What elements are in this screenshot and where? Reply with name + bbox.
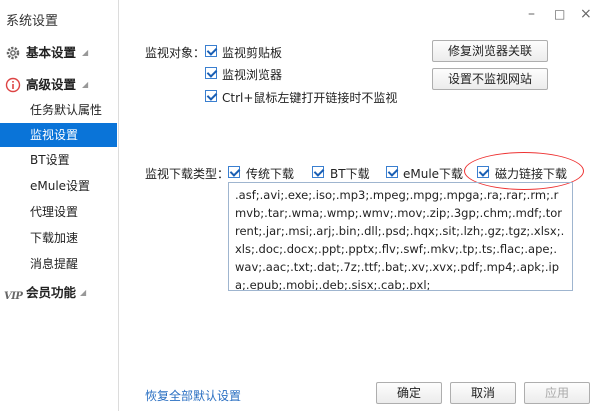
sidebar-section-basic[interactable]: 基本设置 ◢ [0, 41, 118, 65]
info-icon [5, 77, 21, 93]
window-controls: – □ × [528, 4, 598, 24]
monitor-browser-label: 监视浏览器 [222, 68, 283, 82]
sidebar: 系统设置 基本设置 ◢ 高级设置 ◢ 任务默认属性 监视设置 BT设置 eMul… [0, 0, 119, 411]
sidebar-item-task-defaults[interactable]: 任务默认属性 [0, 98, 117, 122]
expand-triangle-icon: ◢ [82, 48, 89, 57]
exclude-sites-button[interactable]: 设置不监视网站 [432, 68, 548, 90]
extensions-textarea[interactable]: .asf;.avi;.exe;.iso;.mp3;.mpeg;.mpg;.mpg… [228, 182, 573, 291]
sidebar-item-notifications[interactable]: 消息提醒 [0, 252, 117, 276]
vip-icon: VIP [4, 291, 23, 302]
expand-triangle-icon: ◢ [80, 288, 87, 297]
minimize-icon[interactable]: – [528, 4, 535, 24]
maximize-icon[interactable]: □ [554, 4, 565, 24]
emule-download-checkbox[interactable] [386, 166, 398, 178]
sidebar-section-advanced[interactable]: 高级设置 ◢ [0, 73, 118, 97]
traditional-download-label: 传统下载 [246, 167, 295, 181]
close-icon[interactable]: × [580, 4, 592, 24]
monitor-clipboard-checkbox[interactable] [205, 45, 217, 57]
traditional-download-checkbox[interactable] [228, 166, 240, 178]
sidebar-item-proxy[interactable]: 代理设置 [0, 200, 117, 224]
sidebar-section-vip[interactable]: VIP 会员功能 ◢ [0, 281, 118, 305]
gear-icon [6, 46, 20, 60]
restore-defaults-link[interactable]: 恢复全部默认设置 [145, 387, 241, 404]
bt-download-label: BT下载 [330, 167, 370, 181]
sidebar-section-label: 基本设置 [26, 45, 77, 60]
monitor-label: 监视对象： [145, 46, 206, 60]
app-title: 系统设置 [6, 14, 59, 29]
sidebar-item-emule[interactable]: eMule设置 [0, 174, 117, 198]
emule-download-label: eMule下载 [403, 167, 464, 181]
ok-button[interactable]: 确定 [376, 382, 442, 404]
sidebar-item-acceleration[interactable]: 下载加速 [0, 226, 117, 250]
ctrl-click-label: Ctrl+鼠标左键打开链接时不监视 [222, 91, 398, 105]
download-types-label: 监视下载类型： [145, 167, 230, 181]
sidebar-section-label: 会员功能 [26, 285, 77, 300]
monitor-clipboard-label: 监视剪贴板 [222, 46, 283, 60]
sidebar-item-bt[interactable]: BT设置 [0, 148, 117, 172]
sidebar-item-monitor[interactable]: 监视设置 [0, 123, 117, 147]
collapse-triangle-icon: ◢ [82, 80, 89, 89]
repair-browser-button[interactable]: 修复浏览器关联 [432, 40, 548, 62]
monitor-browser-checkbox[interactable] [205, 67, 217, 79]
sidebar-section-label: 高级设置 [26, 77, 77, 92]
ctrl-click-checkbox[interactable] [205, 90, 217, 102]
cancel-button[interactable]: 取消 [450, 382, 516, 404]
apply-button[interactable]: 应用 [524, 382, 590, 404]
bt-download-checkbox[interactable] [312, 166, 324, 178]
